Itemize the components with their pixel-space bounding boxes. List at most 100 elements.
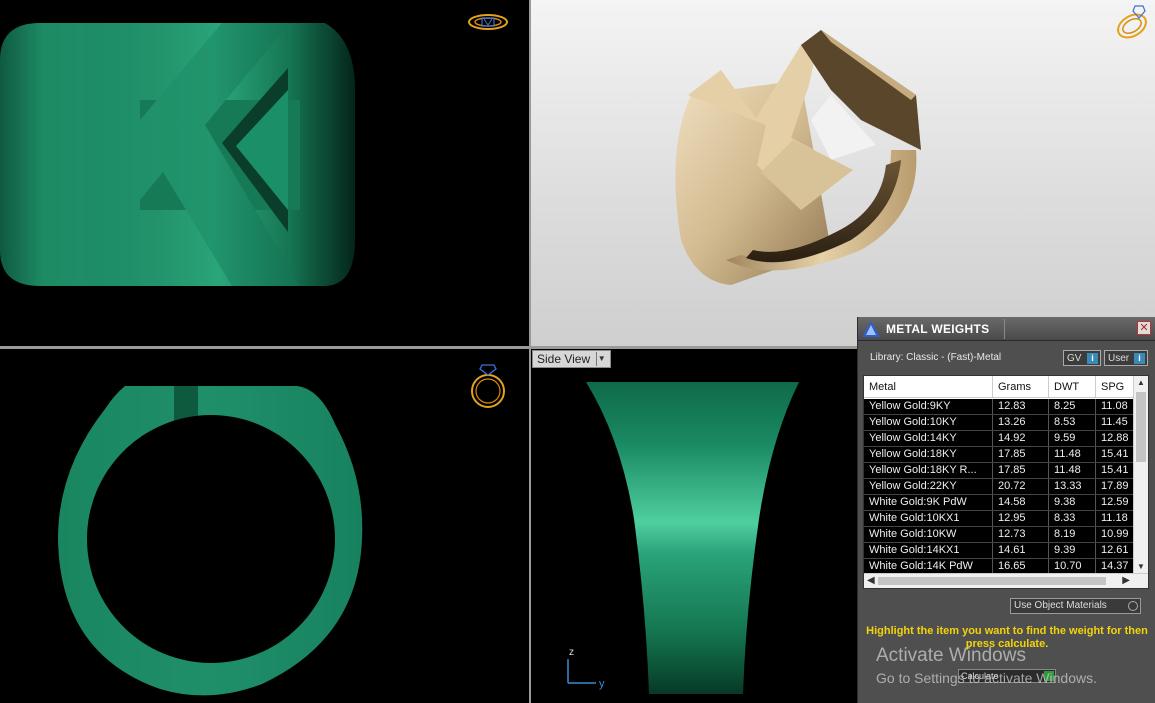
- cell-metal: White Gold:9K PdW: [864, 495, 993, 510]
- cell-dwt: 8.33: [1049, 511, 1096, 526]
- play-icon: [1044, 671, 1054, 681]
- viewport-divider-vertical[interactable]: [529, 0, 531, 703]
- close-icon[interactable]: ✕: [1137, 321, 1151, 335]
- letter-k-top-render: [0, 23, 355, 286]
- cell-metal: Yellow Gold:18KY: [864, 447, 993, 462]
- scroll-up-icon[interactable]: ▲: [1134, 376, 1148, 390]
- horizontal-scrollbar[interactable]: ◀ ▶: [864, 573, 1148, 588]
- cell-grams: 12.73: [993, 527, 1049, 542]
- cell-metal: Yellow Gold:9KY: [864, 399, 993, 414]
- info-icon: i: [1087, 352, 1098, 364]
- gv-toggle[interactable]: GV i: [1063, 350, 1101, 366]
- library-row: Library: Classic - (Fast)-Metal GV i Use…: [858, 341, 1155, 373]
- ring-perspective-icon: [1117, 5, 1147, 39]
- front-viewport[interactable]: [0, 349, 529, 703]
- calculate-button[interactable]: Calculate: [958, 669, 1056, 683]
- table-row[interactable]: White Gold:10KX1 12.95 8.33 11.18: [864, 511, 1134, 527]
- ring-front-view-icon: [471, 364, 505, 408]
- scroll-left-icon[interactable]: ◀: [867, 574, 875, 588]
- column-header-grams[interactable]: Grams: [993, 376, 1049, 397]
- table-body: Yellow Gold:9KY 12.83 8.25 11.08 Yellow Gold…: [864, 399, 1134, 575]
- use-object-materials-button[interactable]: Use Object Materials: [1010, 598, 1141, 614]
- panel-titlebar[interactable]: METAL WEIGHTS ✕: [858, 317, 1155, 341]
- cell-grams: 16.65: [993, 559, 1049, 574]
- axis-z-label: z: [569, 647, 574, 658]
- panel-title: METAL WEIGHTS: [886, 321, 990, 336]
- cell-metal: Yellow Gold:22KY: [864, 479, 993, 494]
- metal-table: Metal Grams DWT SPG Yellow Gold:9KY 12.83…: [863, 375, 1149, 589]
- cell-grams: 12.83: [993, 399, 1049, 414]
- cell-spg: 11.08: [1096, 399, 1134, 414]
- cell-grams: 13.26: [993, 415, 1049, 430]
- table-row[interactable]: White Gold:10KW 12.73 8.19 10.99: [864, 527, 1134, 543]
- app-logo-icon: [858, 317, 884, 341]
- table-row[interactable]: White Gold:14KX1 14.61 9.39 12.61: [864, 543, 1134, 559]
- cell-spg: 15.41: [1096, 447, 1134, 462]
- cell-grams: 17.85: [993, 447, 1049, 462]
- cell-metal: Yellow Gold:18KY R...: [864, 463, 993, 478]
- calculate-label: Calculate: [961, 671, 999, 681]
- vertical-scrollbar[interactable]: ▲ ▼: [1133, 376, 1148, 574]
- user-toggle[interactable]: User i: [1104, 350, 1148, 366]
- library-label: Library: Classic - (Fast)-Metal: [870, 351, 1002, 363]
- metal-weights-panel: METAL WEIGHTS ✕ Library: Classic - (Fast…: [857, 317, 1155, 703]
- cell-metal: Yellow Gold:14KY: [864, 431, 993, 446]
- cell-grams: 12.95: [993, 511, 1049, 526]
- cell-dwt: 9.38: [1049, 495, 1096, 510]
- radio-icon: [1128, 601, 1138, 611]
- cell-dwt: 10.70: [1049, 559, 1096, 574]
- cell-spg: 11.45: [1096, 415, 1134, 430]
- table-header: Metal Grams DWT SPG: [864, 376, 1148, 398]
- cell-dwt: 8.53: [1049, 415, 1096, 430]
- cell-grams: 20.72: [993, 479, 1049, 494]
- side-view-selector[interactable]: Side View ▼: [532, 350, 612, 368]
- side-view-label: Side View: [537, 352, 591, 366]
- axis-indicator: z y: [567, 647, 605, 690]
- cell-grams: 14.92: [993, 431, 1049, 446]
- table-row[interactable]: Yellow Gold:14KY 14.92 9.59 12.88: [864, 431, 1134, 447]
- table-row[interactable]: Yellow Gold:9KY 12.83 8.25 11.08: [864, 399, 1134, 415]
- table-row[interactable]: Yellow Gold:22KY 20.72 13.33 17.89: [864, 479, 1134, 495]
- column-header-metal[interactable]: Metal: [864, 376, 993, 397]
- cell-metal: White Gold:14K PdW: [864, 559, 993, 574]
- cell-dwt: 9.59: [1049, 431, 1096, 446]
- title-separator: [1004, 319, 1005, 339]
- table-row[interactable]: Yellow Gold:18KY R... 17.85 11.48 15.41: [864, 463, 1134, 479]
- column-header-dwt[interactable]: DWT: [1049, 376, 1096, 397]
- cell-metal: Yellow Gold:10KY: [864, 415, 993, 430]
- cell-spg: 12.59: [1096, 495, 1134, 510]
- axis-y-label: y: [599, 678, 605, 690]
- cell-dwt: 11.48: [1049, 463, 1096, 478]
- hscroll-thumb[interactable]: [878, 577, 1106, 585]
- ring-top-view-icon: [468, 14, 508, 30]
- cell-metal: White Gold:14KX1: [864, 543, 993, 558]
- viewport-divider-horizontal[interactable]: [0, 346, 857, 349]
- scroll-right-icon[interactable]: ▶: [1122, 574, 1130, 588]
- user-label: User: [1108, 352, 1130, 364]
- scroll-thumb[interactable]: [1136, 392, 1146, 462]
- top-viewport[interactable]: [0, 0, 529, 346]
- gold-ring-render: [675, 30, 921, 285]
- table-row[interactable]: Yellow Gold:10KY 13.26 8.53 11.45: [864, 415, 1134, 431]
- use-object-materials-label: Use Object Materials: [1014, 600, 1107, 611]
- cell-dwt: 11.48: [1049, 447, 1096, 462]
- cell-spg: 14.37: [1096, 559, 1134, 574]
- cell-spg: 10.99: [1096, 527, 1134, 542]
- cell-dwt: 9.39: [1049, 543, 1096, 558]
- cell-dwt: 8.19: [1049, 527, 1096, 542]
- instruction-text: Highlight the item you want to find the …: [866, 625, 1148, 650]
- info-icon: i: [1134, 352, 1145, 364]
- cell-dwt: 13.33: [1049, 479, 1096, 494]
- cell-spg: 15.41: [1096, 463, 1134, 478]
- scroll-down-icon[interactable]: ▼: [1134, 560, 1148, 574]
- cell-spg: 12.61: [1096, 543, 1134, 558]
- column-header-spg[interactable]: SPG: [1096, 376, 1134, 397]
- gv-label: GV: [1067, 352, 1082, 364]
- perspective-viewport[interactable]: [531, 0, 1155, 346]
- table-row[interactable]: Yellow Gold:18KY 17.85 11.48 15.41: [864, 447, 1134, 463]
- cell-metal: White Gold:10KX1: [864, 511, 993, 526]
- chevron-down-icon: ▼: [596, 352, 606, 366]
- cell-grams: 14.61: [993, 543, 1049, 558]
- table-row[interactable]: White Gold:9K PdW 14.58 9.38 12.59: [864, 495, 1134, 511]
- cell-dwt: 8.25: [1049, 399, 1096, 414]
